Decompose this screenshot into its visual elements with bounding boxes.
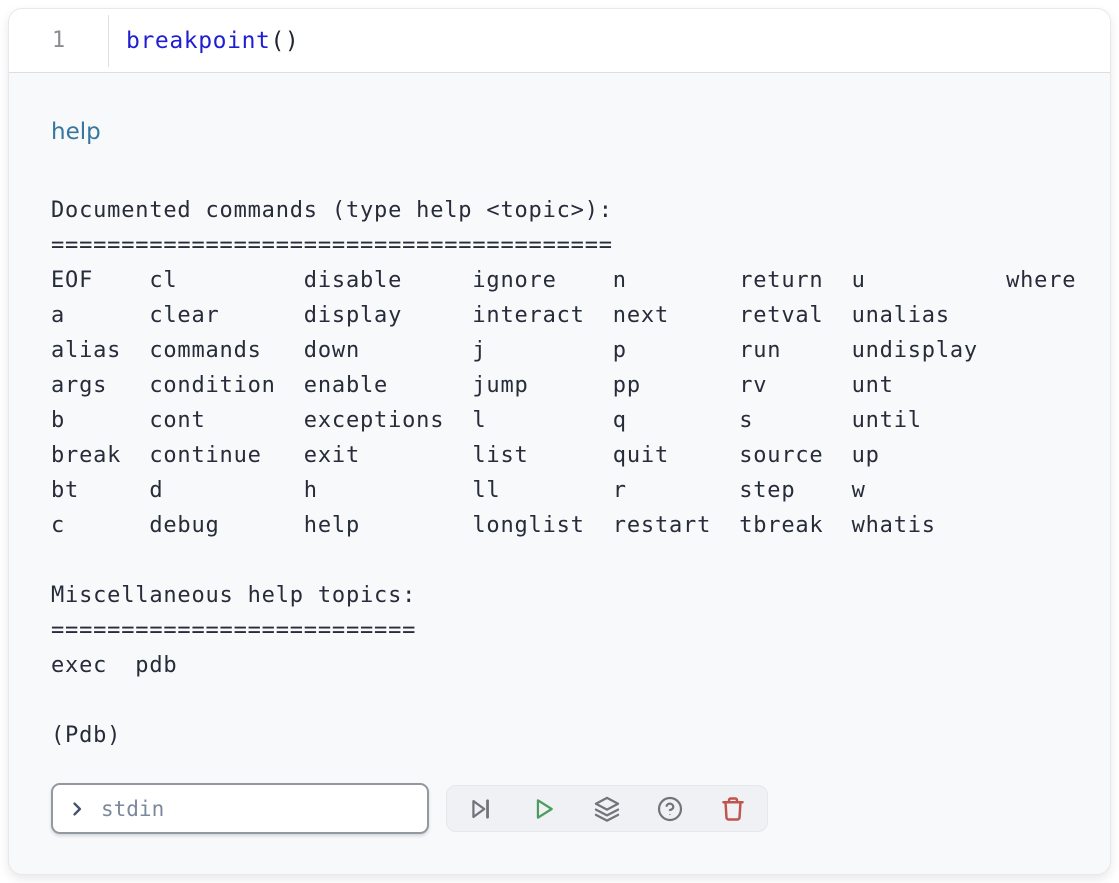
line-number-gutter: 1 [9, 9, 108, 72]
terminal-output: Documented commands (type help <topic>):… [51, 193, 1076, 753]
runner-card: 1 breakpoint() help Documented commands … [8, 8, 1111, 875]
code-token-punctuation: () [270, 28, 299, 54]
stdin-input[interactable] [99, 796, 413, 822]
output-panel: help Documented commands (type help <top… [9, 73, 1110, 834]
help-circle-icon [656, 795, 684, 823]
code-token-builtin: breakpoint [126, 28, 270, 54]
io-row [51, 783, 1076, 834]
trash-icon [719, 795, 747, 823]
play-icon [530, 795, 558, 823]
run-button[interactable] [530, 795, 558, 823]
stack-button[interactable] [593, 795, 621, 823]
step-next-button[interactable] [467, 795, 495, 823]
echoed-command: help [51, 117, 1076, 147]
chevron-right-icon [67, 799, 87, 819]
skip-forward-icon [467, 795, 495, 823]
stdin-box[interactable] [51, 783, 429, 834]
help-button[interactable] [656, 795, 684, 823]
code-editor[interactable]: 1 breakpoint() [9, 9, 1110, 73]
line-number: 1 [52, 28, 65, 53]
delete-button[interactable] [719, 795, 747, 823]
layers-icon [593, 795, 621, 823]
toolbar [446, 785, 768, 832]
code-line[interactable]: breakpoint() [109, 9, 299, 72]
